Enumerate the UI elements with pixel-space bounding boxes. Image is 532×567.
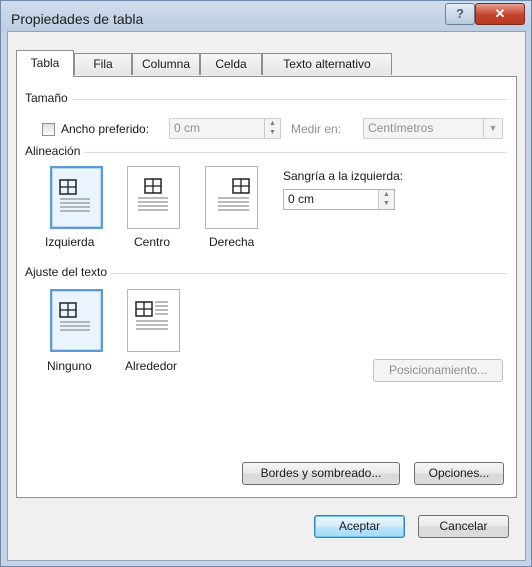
- align-center-label: Centro: [134, 235, 171, 249]
- tab-label: Tabla: [30, 56, 60, 70]
- group-divider: [25, 99, 507, 100]
- tab-texto-alternativo[interactable]: Texto alternativo: [262, 53, 392, 75]
- align-center-icon: [138, 178, 168, 211]
- group-divider: [25, 152, 507, 153]
- indent-value: 0 cm: [288, 192, 315, 206]
- preferred-width-label: Ancho preferido:: [61, 122, 150, 136]
- tab-label: Texto alternativo: [283, 57, 371, 71]
- align-left-label: Izquierda: [45, 235, 95, 249]
- options-button[interactable]: Opciones...: [414, 462, 504, 485]
- align-right-icon: [218, 178, 250, 211]
- align-right-label: Derecha: [209, 235, 255, 249]
- align-left-button[interactable]: [50, 166, 103, 229]
- dialog-window: Propiedades de tabla ? ✕ Tabla Fila Colu…: [0, 0, 532, 567]
- borders-shading-button[interactable]: Bordes y sombreado...: [242, 462, 400, 485]
- dialog-client-area: Tabla Fila Columna Celda Texto alternati…: [7, 31, 526, 561]
- align-left-icon: [59, 179, 90, 212]
- wrap-none-icon: [59, 302, 90, 331]
- wrap-around-button[interactable]: [127, 289, 180, 352]
- tab-label: Fila: [93, 57, 113, 71]
- tab-tabla[interactable]: Tabla: [16, 50, 74, 77]
- tab-fila[interactable]: Fila: [74, 53, 132, 75]
- wrap-around-icon: [135, 301, 168, 330]
- tab-celda[interactable]: Celda: [200, 53, 262, 75]
- width-spin-control[interactable]: ▲ ▼: [264, 119, 280, 138]
- indent-spin-control[interactable]: ▲ ▼: [378, 190, 394, 209]
- positioning-button[interactable]: Posicionamiento...: [373, 359, 503, 382]
- help-button[interactable]: ?: [445, 3, 475, 25]
- wrap-none-button[interactable]: [50, 289, 103, 352]
- tab-panel-tabla: Tamaño Ancho preferido: 0 cm ▲ ▼ Medir en…: [16, 76, 517, 498]
- wrapping-group-label: Ajuste del texto: [25, 265, 112, 279]
- align-right-button[interactable]: [205, 166, 258, 229]
- tab-label: Columna: [141, 57, 191, 71]
- align-center-button[interactable]: [127, 166, 180, 229]
- ok-button[interactable]: Aceptar: [314, 515, 405, 538]
- measure-dropdown[interactable]: Centímetros ▼: [363, 118, 503, 139]
- measure-label: Medir en:: [291, 122, 342, 136]
- measure-value: Centímetros: [368, 121, 434, 135]
- indent-input[interactable]: 0 cm ▲ ▼: [283, 189, 395, 210]
- tab-label: Celda: [215, 57, 247, 71]
- preferred-width-checkbox[interactable]: [42, 123, 55, 136]
- cancel-button[interactable]: Cancelar: [418, 515, 509, 538]
- title-bar[interactable]: Propiedades de tabla ? ✕: [1, 1, 531, 31]
- close-button[interactable]: ✕: [475, 3, 525, 25]
- indent-label: Sangría a la izquierda:: [283, 169, 404, 183]
- wrap-none-label: Ninguno: [47, 359, 92, 373]
- tab-columna[interactable]: Columna: [132, 53, 200, 75]
- size-group-label: Tamaño: [25, 91, 72, 105]
- chevron-down-icon: ▼: [483, 119, 502, 138]
- dialog-title: Propiedades de tabla: [11, 11, 144, 27]
- width-input[interactable]: 0 cm ▲ ▼: [169, 118, 281, 139]
- wrap-around-label: Alrededor: [125, 359, 178, 373]
- width-value: 0 cm: [174, 121, 201, 135]
- alignment-group-label: Alineación: [25, 144, 85, 158]
